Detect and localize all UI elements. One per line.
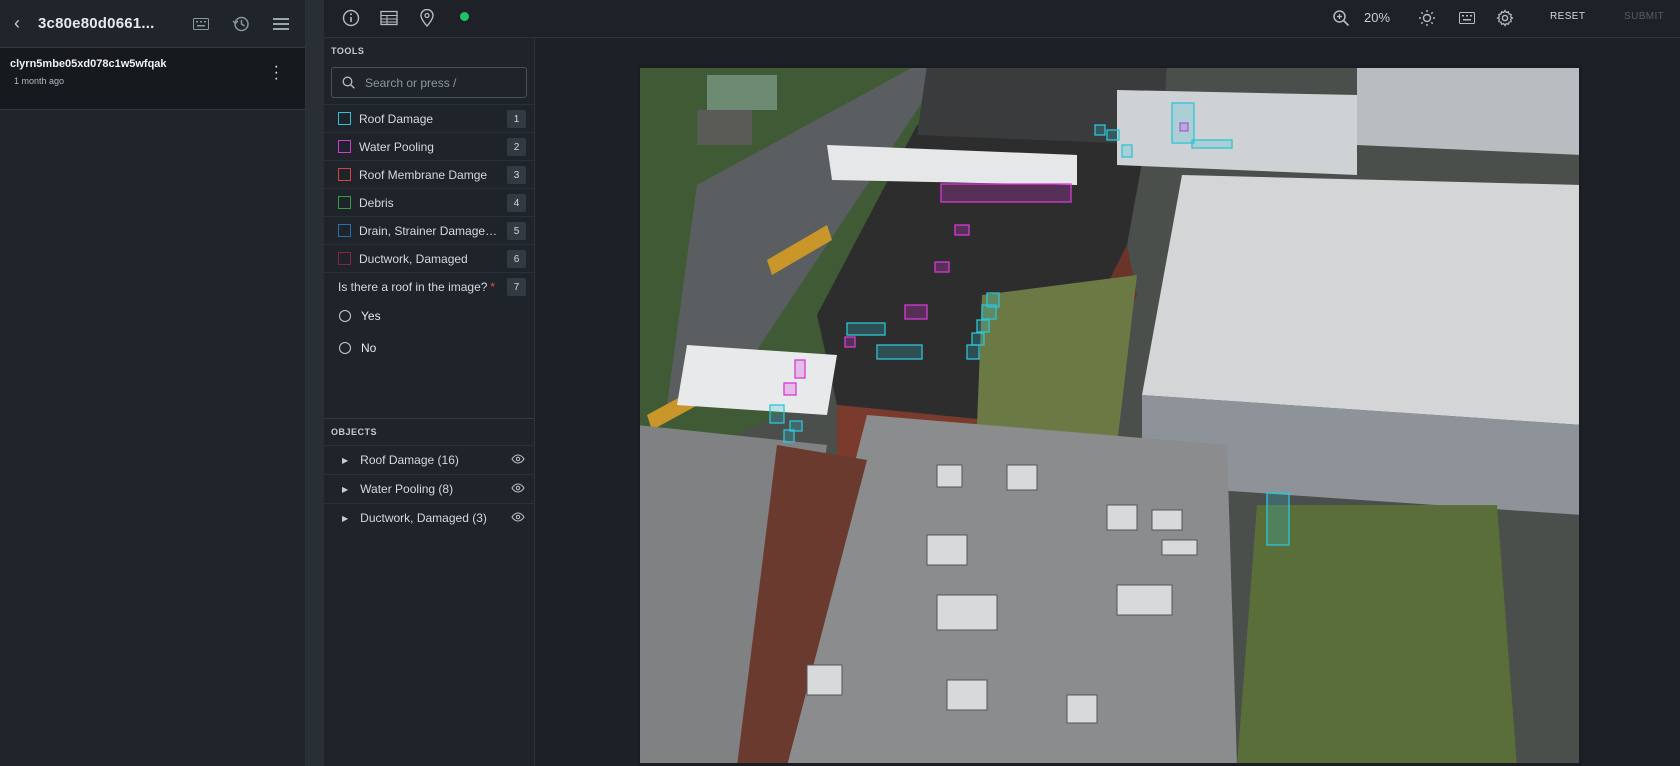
panel-divider[interactable]	[306, 0, 324, 766]
object-group-water-pooling[interactable]: ▶ Water Pooling (8)	[324, 474, 535, 503]
ductwork-swatch-icon	[338, 252, 351, 265]
object-group-roof-damage[interactable]: ▶ Roof Damage (16)	[324, 445, 535, 474]
tool-ductwork-damaged[interactable]: Ductwork, Damaged 6	[324, 244, 534, 272]
back-arrow-icon[interactable]: ‹	[14, 13, 28, 34]
object-group-label: Water Pooling (8)	[360, 482, 454, 496]
history-icon[interactable]	[227, 10, 255, 38]
submit-button[interactable]: SUBMIT	[1624, 11, 1664, 22]
question-text: Is there a roof in the image?	[338, 279, 488, 294]
tool-roof-membrane-damage[interactable]: Roof Membrane Damge 3	[324, 160, 534, 188]
task-list-item[interactable]: clyrn5mbe05xd078c1w5wfqak 1 month ago · ·…	[0, 48, 305, 110]
tool-hotkey: 2	[507, 138, 526, 156]
keyboard-shortcuts-icon[interactable]	[1456, 7, 1478, 29]
tool-label: Ductwork, Damaged	[359, 251, 468, 266]
tool-debris[interactable]: Debris 4	[324, 188, 534, 216]
radio-circle-icon[interactable]	[339, 310, 351, 322]
top-toolbar: 20% RESET SUBMIT	[324, 0, 1680, 38]
roof-membrane-swatch-icon	[338, 168, 351, 181]
task-list-panel: ‹ 3c80e80d0661... clyrn5mbe05xd078c1w5wf…	[0, 0, 306, 766]
menu-icon[interactable]	[267, 10, 295, 38]
tools-panel: TOOLS Search or press / Roof Damage 1 Wa…	[324, 38, 535, 766]
radio-circle-icon[interactable]	[339, 342, 351, 354]
more-options-icon[interactable]: · · ·	[274, 59, 279, 87]
tools-section-title: TOOLS	[331, 46, 365, 56]
debris-swatch-icon	[338, 196, 351, 209]
tool-hotkey: 1	[507, 110, 526, 128]
aerial-roof-image[interactable]	[637, 65, 1582, 766]
info-icon[interactable]	[340, 7, 362, 29]
task-title: 3c80e80d0661...	[38, 15, 155, 32]
tool-label: Water Pooling	[359, 139, 434, 154]
zoom-level: 20%	[1364, 10, 1391, 25]
objects-section: OBJECTS ▶ Roof Damage (16) ▶ Water Pooli…	[324, 418, 535, 532]
eye-visibility-icon[interactable]	[511, 454, 525, 464]
object-group-label: Roof Damage (16)	[360, 453, 459, 467]
objects-section-title: OBJECTS	[331, 427, 378, 437]
tool-water-pooling[interactable]: Water Pooling 2	[324, 132, 534, 160]
drain-swatch-icon	[338, 224, 351, 237]
tool-hotkey: 4	[507, 194, 526, 212]
radio-label: No	[361, 341, 377, 355]
table-icon[interactable]	[378, 7, 400, 29]
settings-gear-icon[interactable]	[1494, 7, 1516, 29]
radio-no[interactable]: No	[324, 332, 534, 364]
tool-label: Roof Membrane Damge	[359, 167, 488, 182]
tool-label: Debris	[359, 195, 394, 210]
tool-hotkey: 5	[507, 222, 526, 240]
keyboard-icon[interactable]	[187, 10, 215, 38]
water-pooling-swatch-icon	[338, 140, 351, 153]
radio-label: Yes	[361, 309, 381, 323]
task-timestamp: 1 month ago	[14, 76, 65, 86]
aerial-photo-illustration	[637, 65, 1582, 766]
eye-visibility-icon[interactable]	[511, 483, 525, 493]
brightness-icon[interactable]	[1416, 7, 1438, 29]
tool-label: Roof Damage	[359, 111, 434, 126]
tool-search-input[interactable]: Search or press /	[331, 67, 527, 98]
tool-hotkey: 3	[507, 166, 526, 184]
search-placeholder: Search or press /	[365, 75, 457, 90]
tool-drain-strainer[interactable]: Drain, Strainer Damaged / ... 5	[324, 216, 534, 244]
object-group-ductwork[interactable]: ▶ Ductwork, Damaged (3)	[324, 503, 535, 532]
expand-caret-icon[interactable]: ▶	[342, 456, 348, 465]
object-group-label: Ductwork, Damaged (3)	[360, 511, 487, 525]
tool-roof-damage[interactable]: Roof Damage 1	[324, 104, 534, 132]
task-header: ‹ 3c80e80d0661...	[0, 0, 305, 48]
tool-label: Drain, Strainer Damaged / ...	[359, 223, 499, 238]
radio-yes[interactable]: Yes	[324, 300, 534, 332]
roof-question: Is there a roof in the image? * 7	[324, 272, 534, 300]
task-id: clyrn5mbe05xd078c1w5wfqak	[10, 58, 167, 70]
question-hotkey: 7	[507, 278, 526, 296]
status-indicator	[460, 12, 469, 21]
reset-button[interactable]: RESET	[1550, 11, 1585, 22]
required-mark: *	[490, 279, 496, 294]
annotation-canvas[interactable]	[535, 38, 1680, 766]
expand-caret-icon[interactable]: ▶	[342, 485, 348, 494]
search-icon	[342, 76, 355, 89]
roof-damage-swatch-icon	[338, 112, 351, 125]
location-pin-icon[interactable]	[416, 7, 438, 29]
expand-caret-icon[interactable]: ▶	[342, 514, 348, 523]
tool-hotkey: 6	[507, 250, 526, 268]
zoom-icon[interactable]	[1330, 7, 1352, 29]
eye-visibility-icon[interactable]	[511, 512, 525, 522]
